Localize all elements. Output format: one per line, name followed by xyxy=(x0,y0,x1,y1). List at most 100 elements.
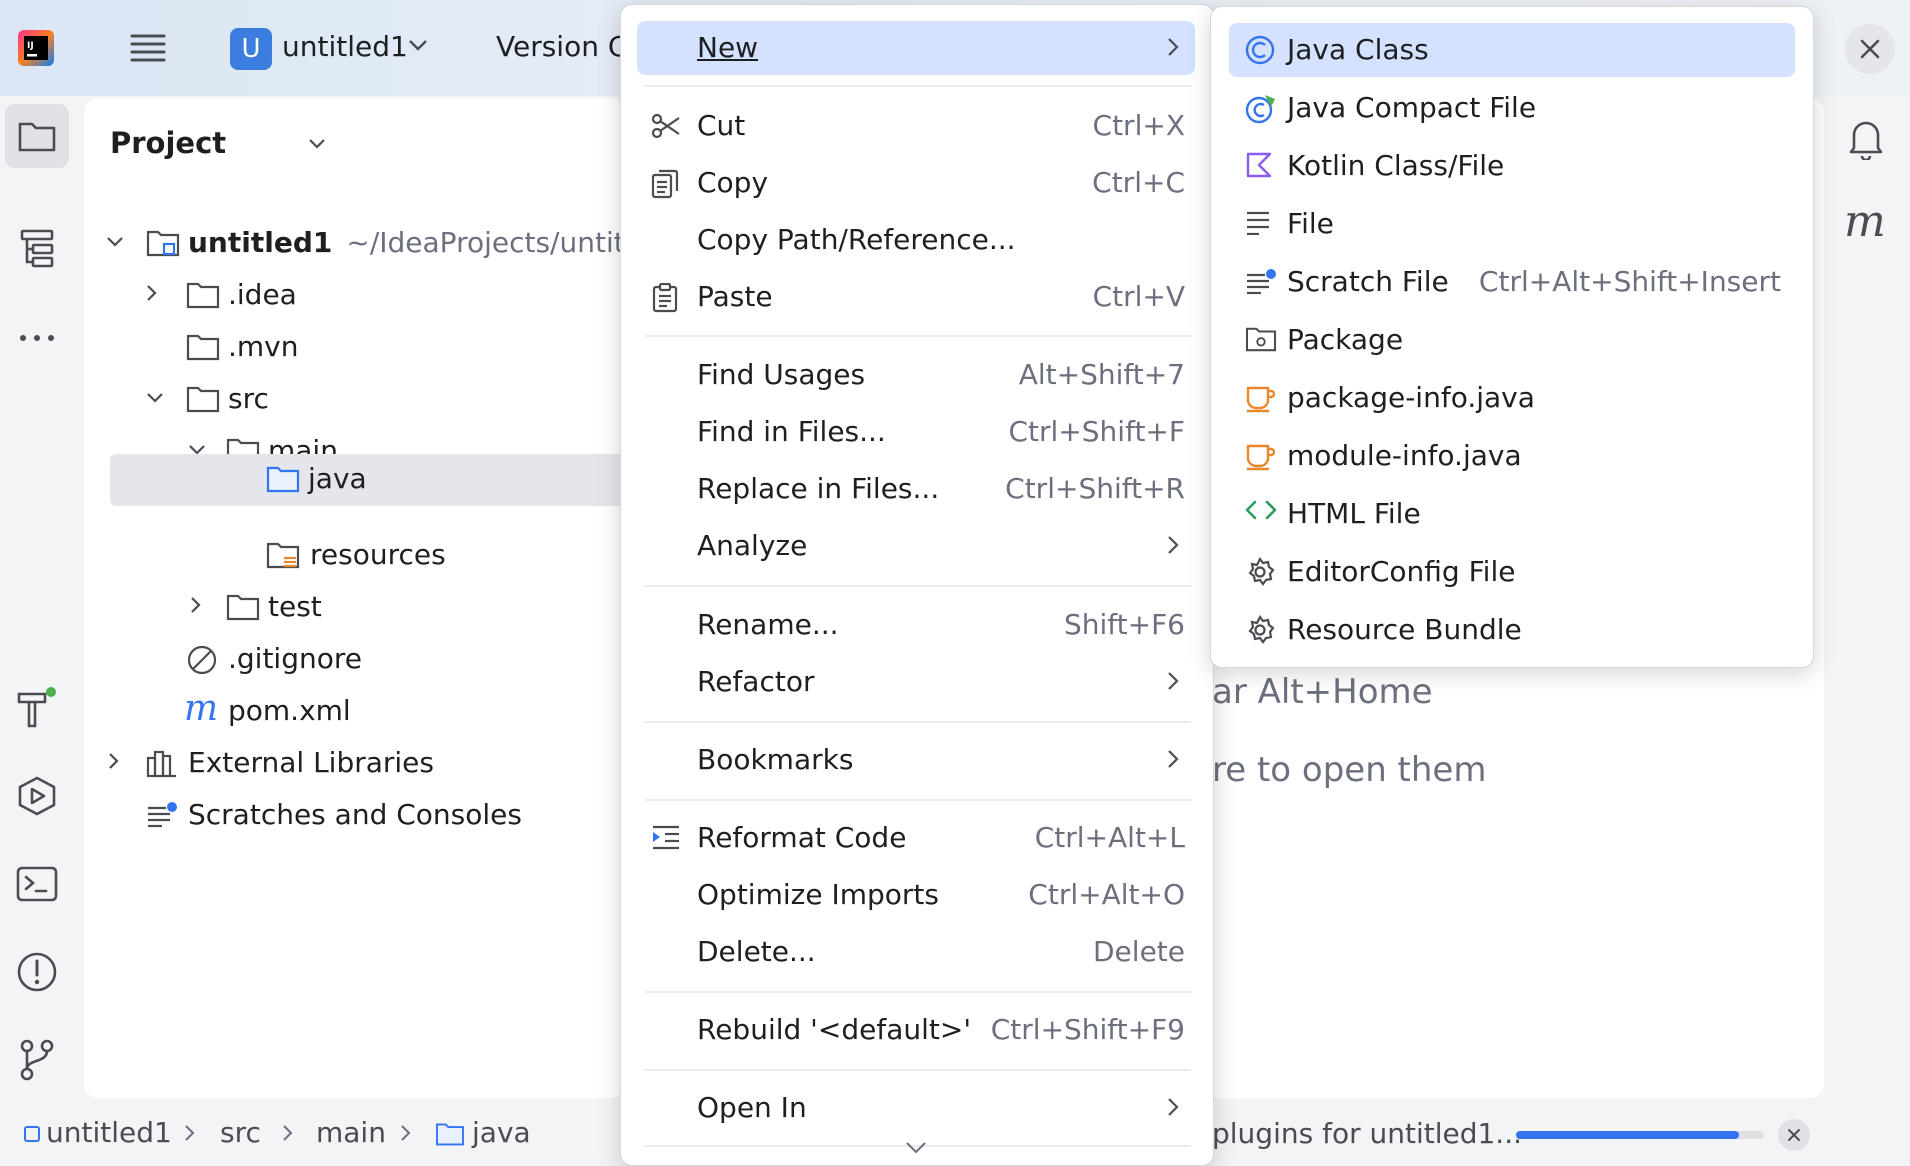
breadcrumb-item[interactable]: src xyxy=(220,1116,261,1149)
menu-item-new[interactable]: New xyxy=(637,21,1195,75)
submenu-item-module-info[interactable]: module-info.java xyxy=(1229,429,1795,483)
tree-row[interactable]: .mvn xyxy=(84,322,624,374)
menu-item-rebuild[interactable]: Rebuild '<default>' Ctrl+Shift+F9 xyxy=(637,1003,1195,1057)
tree-row[interactable]: .idea xyxy=(84,270,624,322)
svg-text:IJ: IJ xyxy=(27,41,34,51)
chevron-right-icon[interactable] xyxy=(108,752,120,770)
gear-icon xyxy=(1245,615,1275,645)
maven-tool-icon[interactable]: m xyxy=(1844,196,1886,247)
tree-label: untitled1 xyxy=(188,226,333,259)
submenu-item-package-info[interactable]: package-info.java xyxy=(1229,371,1795,425)
menu-item-bookmarks[interactable]: Bookmarks xyxy=(637,733,1195,787)
menu-separator xyxy=(645,721,1191,723)
submenu-item-java-compact-file[interactable]: Java Compact File xyxy=(1229,81,1795,135)
menu-separator xyxy=(645,799,1191,801)
menu-item-find-in-files[interactable]: Find in Files... Ctrl+Shift+F xyxy=(637,405,1195,459)
chevron-down-icon[interactable] xyxy=(106,236,124,248)
right-tool-strip: m xyxy=(1830,96,1910,1106)
java-cup-icon xyxy=(1245,383,1275,413)
menu-item-replace-in-files[interactable]: Replace in Files... Ctrl+Shift+R xyxy=(637,462,1195,516)
paste-icon xyxy=(651,283,679,313)
editor-hint: re to open them xyxy=(1212,750,1487,790)
submenu-item-html-file[interactable]: HTML File xyxy=(1229,487,1795,541)
tree-row[interactable]: src xyxy=(84,374,624,426)
project-avatar[interactable]: U xyxy=(230,28,272,70)
menu-item-paste[interactable]: Paste Ctrl+V xyxy=(637,270,1195,324)
breadcrumb-item[interactable]: main xyxy=(316,1116,386,1149)
cancel-task-icon[interactable] xyxy=(1778,1119,1810,1151)
kotlin-icon xyxy=(1245,151,1273,179)
menu-item-refactor[interactable]: Refactor xyxy=(637,655,1195,709)
menu-item-open-in[interactable]: Open In xyxy=(637,1081,1195,1135)
menu-item-reformat-code[interactable]: Reformat Code Ctrl+Alt+L xyxy=(637,811,1195,865)
tree-row[interactable]: resources xyxy=(84,530,624,582)
tree-label: .idea xyxy=(228,278,297,311)
close-icon[interactable] xyxy=(1845,24,1895,74)
submenu-item-java-class[interactable]: Java Class xyxy=(1229,23,1795,77)
menu-item-analyze[interactable]: Analyze xyxy=(637,519,1195,573)
chevron-right-icon xyxy=(1167,1097,1179,1117)
submenu-item-kotlin-file[interactable]: Kotlin Class/File xyxy=(1229,139,1795,193)
tree-row-selected[interactable]: java xyxy=(110,454,624,506)
menu-separator xyxy=(645,1069,1191,1071)
menu-item-delete[interactable]: Delete... Delete xyxy=(637,925,1195,979)
hamburger-menu-icon[interactable] xyxy=(128,28,168,68)
tree-row[interactable]: .gitignore xyxy=(84,634,624,686)
breadcrumb-item[interactable]: java xyxy=(434,1116,531,1149)
tree-row[interactable]: m pom.xml xyxy=(84,686,624,738)
panel-title[interactable]: Project xyxy=(110,126,226,160)
scratch-file-icon xyxy=(1245,267,1277,297)
chevron-right-icon[interactable] xyxy=(190,596,202,614)
git-branch-icon[interactable] xyxy=(5,1028,69,1092)
notifications-bell-icon[interactable] xyxy=(1846,116,1886,160)
submenu-item-resource-bundle[interactable]: Resource Bundle xyxy=(1229,603,1795,657)
java-compact-file-icon xyxy=(1245,93,1277,125)
module-folder-icon xyxy=(146,228,180,258)
build-hammer-icon[interactable] xyxy=(5,676,69,740)
project-switcher-label[interactable]: untitled1 xyxy=(282,30,408,63)
submenu-item-scratch-file[interactable]: Scratch File Ctrl+Alt+Shift+Insert xyxy=(1229,255,1795,309)
background-task-label[interactable]: plugins for untitled1... xyxy=(1212,1117,1522,1150)
java-cup-icon xyxy=(1245,441,1275,471)
vcs-widget-label[interactable]: Version C xyxy=(496,30,627,63)
menu-item-copy-path[interactable]: Copy Path/Reference... xyxy=(637,213,1195,267)
terminal-icon[interactable] xyxy=(5,852,69,916)
submenu-item-package[interactable]: Package xyxy=(1229,313,1795,367)
project-tool-window: Project untitled1 ~/IdeaProjects/untitled… xyxy=(84,98,685,1098)
menu-item-copy[interactable]: Copy Ctrl+C xyxy=(637,156,1195,210)
tree-row[interactable]: External Libraries xyxy=(84,738,624,790)
chevron-right-icon xyxy=(184,1116,196,1142)
progress-fill xyxy=(1516,1131,1740,1139)
structure-tool-icon[interactable] xyxy=(5,216,69,280)
tree-row[interactable]: untitled1 ~/IdeaProjects/untitled1 xyxy=(84,218,685,270)
menu-item-find-usages[interactable]: Find Usages Alt+Shift+7 xyxy=(637,348,1195,402)
menu-item-cut[interactable]: Cut Ctrl+X xyxy=(637,99,1195,153)
chevron-down-icon[interactable] xyxy=(408,38,428,52)
menu-item-rename[interactable]: Rename... Shift+F6 xyxy=(637,598,1195,652)
intellij-logo-icon[interactable]: IJ xyxy=(18,30,54,66)
menu-item-optimize-imports[interactable]: Optimize Imports Ctrl+Alt+O xyxy=(637,868,1195,922)
chevron-right-icon[interactable] xyxy=(146,284,158,302)
menu-separator xyxy=(645,335,1191,337)
folder-icon xyxy=(226,592,260,622)
submenu-item-editorconfig-file[interactable]: EditorConfig File xyxy=(1229,545,1795,599)
menu-separator xyxy=(645,85,1191,87)
left-tool-strip xyxy=(0,96,80,1106)
chevron-right-icon xyxy=(400,1116,412,1142)
project-context-menu: New Cut Ctrl+X Copy Ctrl+C Copy Path/Ref… xyxy=(620,4,1214,1166)
project-tool-icon[interactable] xyxy=(5,104,69,168)
scissors-icon xyxy=(651,112,681,140)
scroll-down-chevron-icon[interactable] xyxy=(905,1141,927,1155)
run-icon[interactable] xyxy=(5,764,69,828)
tree-row[interactable]: test xyxy=(84,582,624,634)
problems-icon[interactable] xyxy=(5,940,69,1004)
tree-row[interactable]: Scratches and Consoles xyxy=(84,790,624,842)
tree-label: java xyxy=(308,462,367,495)
chevron-down-icon[interactable] xyxy=(146,392,164,404)
more-tools-icon[interactable] xyxy=(5,306,69,370)
chevron-down-icon[interactable] xyxy=(308,138,326,150)
breadcrumb-item[interactable]: untitled1 xyxy=(24,1116,172,1149)
menu-separator xyxy=(645,991,1191,993)
submenu-item-file[interactable]: File xyxy=(1229,197,1795,251)
editor-hint: ar Alt+Home xyxy=(1212,672,1433,712)
